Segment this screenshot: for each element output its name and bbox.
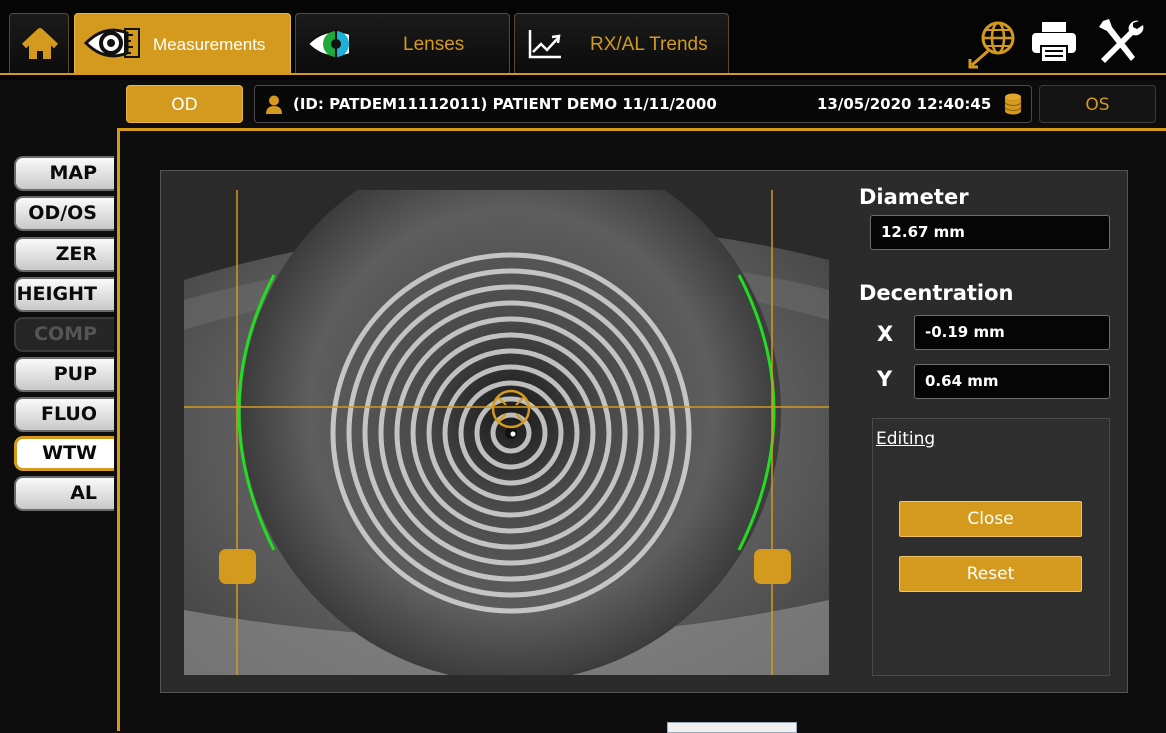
os-button[interactable]: OS — [1039, 85, 1156, 123]
editing-label: Editing — [876, 429, 936, 449]
tab-lenses-label: Lenses — [403, 34, 465, 55]
eye-measure-icon — [83, 28, 140, 58]
right-edge-handle[interactable] — [754, 549, 791, 584]
globe-icon[interactable] — [966, 17, 1020, 69]
eye-lens-icon — [306, 28, 351, 60]
sidenav-fluo[interactable]: FLUO — [14, 397, 114, 432]
toolbar-divider — [0, 73, 1166, 75]
patient-bar: (ID: PATDEM11112011) PATIENT DEMO 11/11/… — [254, 85, 1032, 123]
home-icon — [21, 28, 59, 59]
tab-rx-al-trends-label: RX/AL Trends — [590, 34, 708, 55]
tab-measurements-label: Measurements — [153, 35, 266, 54]
sidenav-comp: COMP — [14, 317, 114, 352]
sidenav-map[interactable]: MAP — [14, 156, 114, 191]
left-edge-handle[interactable] — [219, 549, 256, 584]
y-value: 0.64 mm — [914, 364, 1110, 399]
sidenav-pup[interactable]: PUP — [14, 357, 114, 392]
decentration-label: Decentration — [859, 281, 1014, 305]
sidenav-wtw[interactable]: WTW — [14, 436, 114, 471]
content-frame-left — [117, 128, 120, 731]
y-label: Y — [877, 367, 893, 391]
tools-icon[interactable] — [1095, 17, 1145, 67]
eye-image-view[interactable] — [184, 190, 829, 675]
od-button[interactable]: OD — [126, 85, 243, 123]
trend-chart-icon — [528, 30, 561, 59]
content-frame-top — [117, 128, 1166, 131]
sidenav-zer[interactable]: ZER — [14, 237, 114, 272]
printer-icon[interactable] — [1030, 20, 1078, 64]
patient-info: (ID: PATDEM11112011) PATIENT DEMO 11/11/… — [293, 95, 717, 113]
eye-image — [184, 190, 829, 675]
diameter-value: 12.67 mm — [870, 215, 1110, 250]
home-button[interactable] — [9, 13, 69, 73]
sidenav-height[interactable]: HEIGHT — [14, 277, 114, 312]
tab-measurements[interactable]: Measurements — [74, 13, 291, 73]
database-icon[interactable] — [1004, 93, 1022, 115]
diameter-label: Diameter — [859, 185, 969, 209]
reset-button[interactable]: Reset — [899, 556, 1082, 592]
sidenav-al[interactable]: AL — [14, 476, 114, 511]
taskbar-thumbnail — [667, 722, 797, 733]
x-label: X — [877, 322, 894, 346]
user-icon — [266, 95, 282, 114]
sidenav-od-os[interactable]: OD/OS — [14, 196, 114, 231]
tab-rx-al-trends[interactable]: RX/AL Trends — [514, 13, 729, 73]
editing-panel — [872, 418, 1110, 676]
close-button[interactable]: Close — [899, 501, 1082, 537]
tab-lenses[interactable]: Lenses — [295, 13, 510, 73]
exam-datetime: 13/05/2020 12:40:45 — [817, 95, 992, 113]
x-value: -0.19 mm — [914, 315, 1110, 350]
